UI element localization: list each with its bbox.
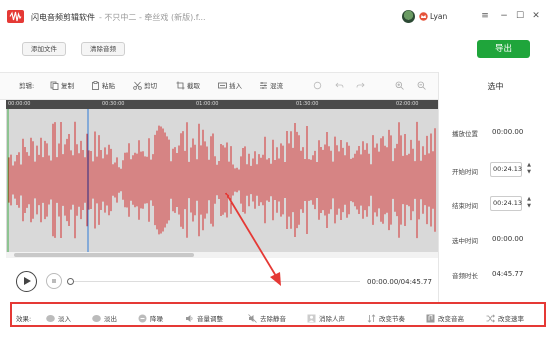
- timeline-ruler[interactable]: [6, 100, 438, 109]
- volume-button[interactable]: 音量调整: [185, 313, 223, 323]
- remove-silence-label: 去除静音: [260, 315, 286, 323]
- zoom-in-icon: [395, 81, 404, 90]
- scrollbar-thumb[interactable]: [14, 253, 194, 257]
- progress-knob[interactable]: [67, 278, 74, 285]
- vocals-icon: [307, 314, 316, 322]
- volume-icon: [186, 314, 193, 322]
- insert-icon: [218, 82, 227, 88]
- undo-icon: [335, 82, 344, 88]
- timeline-tick: 00:00:00: [8, 101, 31, 107]
- vip-crown-icon: [419, 12, 428, 21]
- denoise-icon: [138, 314, 147, 322]
- redo-icon: [356, 82, 365, 88]
- remove-vocals-button[interactable]: 消除人声: [307, 313, 345, 323]
- fade-out-icon: [92, 314, 101, 322]
- export-button[interactable]: 导出: [477, 40, 530, 58]
- selected-time-label: 选中时间: [452, 237, 478, 245]
- username[interactable]: Lyan: [430, 12, 447, 21]
- fade-in-label: 淡入: [58, 315, 71, 323]
- change-pitch-label: 改变音高: [438, 315, 464, 323]
- effects-label: 效果:: [16, 315, 32, 323]
- denoise-label: 降噪: [150, 315, 163, 323]
- end-time-stepper[interactable]: ▲ ▼: [525, 196, 533, 210]
- fade-out-label: 淡出: [104, 315, 117, 323]
- start-time-label: 开始时间: [452, 168, 478, 176]
- shuffle-icon: [486, 314, 495, 322]
- avatar[interactable]: [402, 10, 415, 23]
- change-speed-label: 改变速率: [498, 315, 524, 323]
- volume-label: 音量调整: [197, 315, 223, 323]
- loop-icon: [313, 81, 322, 89]
- mix-label: 混流: [270, 82, 283, 90]
- undo-button[interactable]: [335, 80, 344, 90]
- mix-button[interactable]: 混流: [259, 80, 283, 90]
- panel-title: 选中: [487, 82, 504, 91]
- duration-value: 04:45.77: [492, 270, 524, 278]
- add-file-button[interactable]: 添加文件: [22, 42, 66, 56]
- zoom-out-icon: [417, 81, 426, 90]
- redo-button[interactable]: [356, 80, 365, 90]
- selection-panel: [438, 72, 553, 302]
- waveform[interactable]: [6, 109, 438, 252]
- paste-button[interactable]: 粘贴: [91, 80, 115, 90]
- end-time-label: 结束时间: [452, 202, 478, 210]
- crop-icon: [176, 81, 185, 89]
- copy-icon: [50, 81, 59, 90]
- app-logo-icon: [7, 10, 24, 23]
- remove-vocals-label: 消除人声: [319, 315, 345, 323]
- window-title: 闪电音频剪辑软件 - 不只中二 - 牵丝戏 (新版).f...: [31, 12, 206, 23]
- change-tempo-button[interactable]: 改变节奏: [367, 313, 405, 323]
- minimize-icon[interactable]: −: [498, 10, 510, 22]
- stop-button[interactable]: [46, 273, 62, 289]
- loop-button[interactable]: [313, 80, 322, 90]
- fade-out-button[interactable]: 淡出: [92, 313, 117, 323]
- file-name: - 不只中二 - 牵丝戏 (新版).f...: [99, 13, 206, 22]
- tempo-icon: [367, 313, 376, 323]
- crop-button[interactable]: 截取: [176, 80, 200, 90]
- pitch-icon: [426, 314, 435, 322]
- timeline-tick: 02:00:00: [396, 101, 419, 107]
- close-icon[interactable]: ✕: [530, 10, 542, 22]
- end-time-input[interactable]: 00:24.13: [490, 196, 522, 211]
- clear-audio-button[interactable]: 清除音频: [81, 42, 125, 56]
- denoise-button[interactable]: 降噪: [138, 313, 163, 323]
- menu-icon[interactable]: ≡: [479, 10, 491, 22]
- app-name: 闪电音频剪辑软件: [31, 13, 95, 22]
- mix-icon: [260, 81, 267, 89]
- mute-icon: [248, 313, 257, 323]
- change-speed-button[interactable]: 改变速率: [486, 313, 524, 323]
- fade-in-icon: [46, 314, 55, 322]
- timeline-tick: 01:30:00: [296, 101, 319, 107]
- toolbar-label: 剪辑:: [19, 82, 35, 90]
- start-time-stepper[interactable]: ▲ ▼: [525, 162, 533, 176]
- timeline-tick: 01:00:00: [196, 101, 219, 107]
- playback-time: 00:00.00/04:45.77: [367, 278, 432, 286]
- selected-time-value: 00:00.00: [492, 235, 524, 243]
- change-pitch-button[interactable]: 改变音高: [426, 313, 464, 323]
- start-time-input[interactable]: 00:24.13: [490, 162, 522, 177]
- paste-icon: [92, 80, 99, 90]
- play-button[interactable]: [16, 271, 37, 292]
- insert-label: 插入: [229, 82, 242, 90]
- copy-label: 复制: [61, 82, 74, 90]
- fade-in-button[interactable]: 淡入: [46, 313, 71, 323]
- cut-button[interactable]: 剪切: [133, 80, 157, 90]
- play-position-value: 00:00.00: [492, 128, 524, 136]
- zoom-in-button[interactable]: [395, 80, 404, 90]
- scissors-icon: [133, 81, 142, 90]
- maximize-icon[interactable]: ☐: [514, 10, 526, 22]
- playback-progress[interactable]: [70, 281, 360, 282]
- zoom-out-button[interactable]: [417, 80, 426, 90]
- copy-button[interactable]: 复制: [50, 80, 74, 90]
- cut-label: 剪切: [144, 82, 157, 90]
- crop-label: 截取: [187, 82, 200, 90]
- timeline-tick: 00:30:00: [102, 101, 125, 107]
- paste-label: 粘贴: [102, 82, 115, 90]
- insert-button[interactable]: 插入: [218, 80, 242, 90]
- remove-silence-button[interactable]: 去除静音: [248, 313, 286, 323]
- play-position-label: 播放位置: [452, 130, 478, 138]
- change-tempo-label: 改变节奏: [379, 315, 405, 323]
- duration-label: 音频时长: [452, 272, 478, 280]
